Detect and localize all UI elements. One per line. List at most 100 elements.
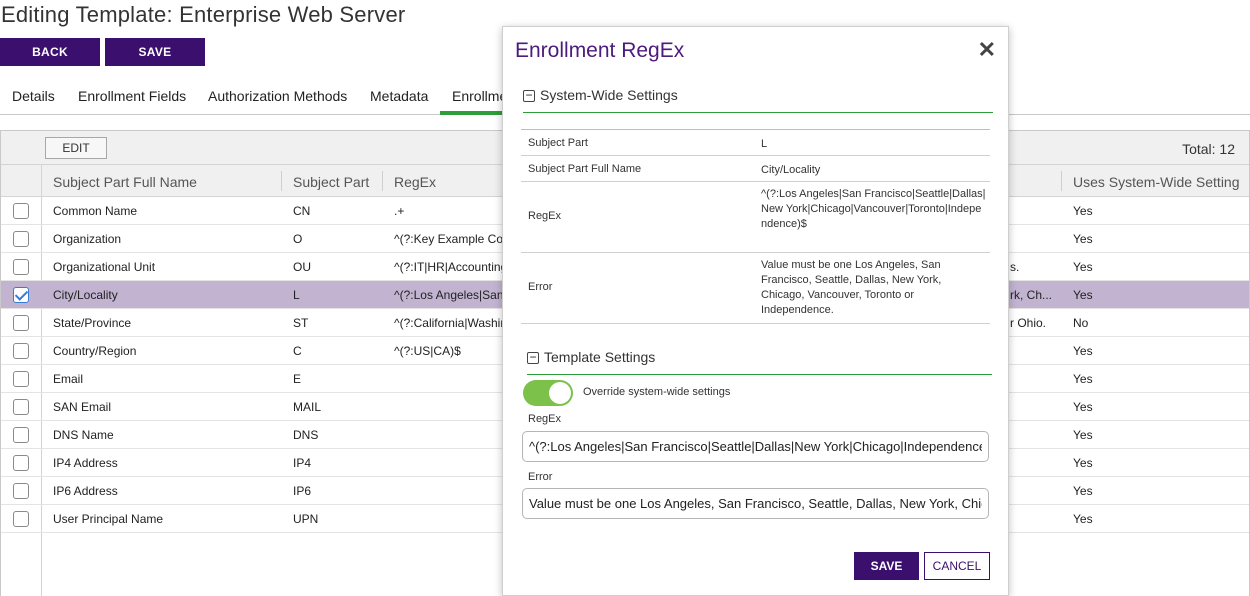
cell-subject-part: C <box>293 344 302 358</box>
tab-details[interactable]: Details <box>12 88 55 104</box>
column-divider[interactable] <box>1061 171 1062 191</box>
cell-regex: ^(?:Los Angeles|San <box>394 288 502 302</box>
cell-subject-part: MAIL <box>293 400 322 414</box>
cell-subject-part: UPN <box>293 512 319 526</box>
cell-full-name: Organizational Unit <box>53 260 156 274</box>
row-checkbox[interactable] <box>13 371 29 387</box>
cell-full-name: SAN Email <box>53 400 112 414</box>
row-checkbox[interactable] <box>13 455 29 471</box>
cell-full-name: DNS Name <box>53 428 114 442</box>
cell-error: r Ohio. <box>1010 316 1047 330</box>
system-row-subject-part: Subject Part L <box>521 130 990 156</box>
cell-subject-part: ST <box>293 316 309 330</box>
cell-subject-part: OU <box>293 260 311 274</box>
template-settings-header: − Template Settings <box>527 349 992 375</box>
cell-uses-system-wide: Yes <box>1073 428 1093 442</box>
tab-metadata[interactable]: Metadata <box>370 88 428 104</box>
cell-full-name: City/Locality <box>53 288 118 302</box>
cell-regex: ^(?:IT|HR|Accounting <box>394 260 502 274</box>
tab-enrollment-regex[interactable]: Enrollme <box>452 88 507 104</box>
toggle-knob <box>549 382 571 404</box>
cell-subject-part: E <box>293 372 302 386</box>
tab-authorization-methods[interactable]: Authorization Methods <box>208 88 347 104</box>
system-value: L <box>761 138 768 150</box>
system-key: Subject Part Full Name <box>528 163 642 175</box>
cell-uses-system-wide: Yes <box>1073 344 1093 358</box>
cell-full-name: State/Province <box>53 316 132 330</box>
cell-full-name: IP4 Address <box>53 456 118 470</box>
row-checkbox[interactable] <box>13 287 29 303</box>
column-header-full-name[interactable]: Subject Part Full Name <box>53 174 197 190</box>
cell-uses-system-wide: Yes <box>1073 260 1093 274</box>
system-row-regex: RegEx ^(?:Los Angeles|San Francisco|Seat… <box>521 182 990 253</box>
column-header-subject-part[interactable]: Subject Part <box>293 174 369 190</box>
system-key: RegEx <box>528 210 562 222</box>
cell-subject-part: L <box>293 288 300 302</box>
total-count: Total: 12 <box>1182 141 1235 157</box>
cell-uses-system-wide: Yes <box>1073 204 1093 218</box>
page-title: Editing Template: Enterprise Web Server <box>1 2 406 27</box>
cell-uses-system-wide: Yes <box>1073 512 1093 526</box>
edit-button[interactable]: EDIT <box>45 137 107 159</box>
system-row-error: Error Value must be one Los Angeles, San… <box>521 253 990 324</box>
cell-uses-system-wide: No <box>1073 316 1089 330</box>
dialog-title: Enrollment RegEx <box>515 39 685 62</box>
back-button[interactable]: BACK <box>0 38 100 66</box>
row-checkbox[interactable] <box>13 231 29 247</box>
error-input[interactable] <box>522 488 989 519</box>
row-checkbox[interactable] <box>13 315 29 331</box>
system-row-full-name: Subject Part Full Name City/Locality <box>521 156 990 182</box>
tab-enrollment-fields[interactable]: Enrollment Fields <box>78 88 186 104</box>
column-header-regex[interactable]: RegEx <box>394 174 436 190</box>
regex-input[interactable] <box>522 431 989 462</box>
error-label: Error <box>528 471 553 483</box>
cell-full-name: Email <box>53 372 84 386</box>
cell-full-name: User Principal Name <box>53 512 164 526</box>
collapse-icon[interactable]: − <box>527 351 539 364</box>
row-checkbox[interactable] <box>13 399 29 415</box>
cell-uses-system-wide: Yes <box>1073 372 1093 386</box>
template-settings-label: Template Settings <box>544 349 656 365</box>
enrollment-regex-dialog: Enrollment RegEx ✕ − System-Wide Setting… <box>502 26 1009 596</box>
cell-full-name: IP6 Address <box>53 484 118 498</box>
cell-uses-system-wide: Yes <box>1073 400 1093 414</box>
active-tab-indicator <box>440 111 505 115</box>
row-checkbox[interactable] <box>13 483 29 499</box>
regex-label: RegEx <box>528 413 562 425</box>
cell-uses-system-wide: Yes <box>1073 484 1093 498</box>
column-divider[interactable] <box>281 171 282 191</box>
close-icon[interactable]: ✕ <box>978 37 996 63</box>
system-wide-settings-table: Subject Part L Subject Part Full Name Ci… <box>521 129 990 324</box>
cell-subject-part: IP6 <box>293 484 312 498</box>
system-key: Error <box>528 281 553 293</box>
cell-subject-part: DNS <box>293 428 319 442</box>
row-checkbox[interactable] <box>13 343 29 359</box>
column-header-uses-system-wide[interactable]: Uses System-Wide Setting <box>1073 174 1240 190</box>
row-checkbox[interactable] <box>13 511 29 527</box>
row-checkbox[interactable] <box>13 203 29 219</box>
system-value: City/Locality <box>761 164 821 176</box>
cell-regex: .+ <box>394 204 405 218</box>
system-value: Value must be one Los Angeles, San Franc… <box>761 259 942 316</box>
cell-subject-part: CN <box>293 204 311 218</box>
system-value: ^(?:Los Angeles|San Francisco|Seattle|Da… <box>761 188 986 230</box>
row-checkbox[interactable] <box>13 427 29 443</box>
dialog-save-button[interactable]: SAVE <box>854 552 919 580</box>
cell-regex: ^(?:US|CA)$ <box>394 344 461 358</box>
system-wide-settings-label: System-Wide Settings <box>540 87 678 103</box>
cell-subject-part: IP4 <box>293 456 312 470</box>
row-checkbox[interactable] <box>13 259 29 275</box>
override-toggle[interactable] <box>523 380 573 406</box>
dialog-cancel-button[interactable]: CANCEL <box>924 552 990 580</box>
override-label: Override system-wide settings <box>583 386 731 398</box>
cell-regex: ^(?:California|Washin <box>394 316 502 330</box>
save-button[interactable]: SAVE <box>105 38 205 66</box>
cell-full-name: Organization <box>53 232 122 246</box>
cell-regex: ^(?:Key Example Com <box>394 232 502 246</box>
collapse-icon[interactable]: − <box>523 89 535 102</box>
system-key: Subject Part <box>528 137 588 149</box>
cell-uses-system-wide: Yes <box>1073 456 1093 470</box>
cell-uses-system-wide: Yes <box>1073 288 1093 302</box>
system-wide-settings-header: − System-Wide Settings <box>523 87 993 113</box>
column-divider[interactable] <box>382 171 383 191</box>
